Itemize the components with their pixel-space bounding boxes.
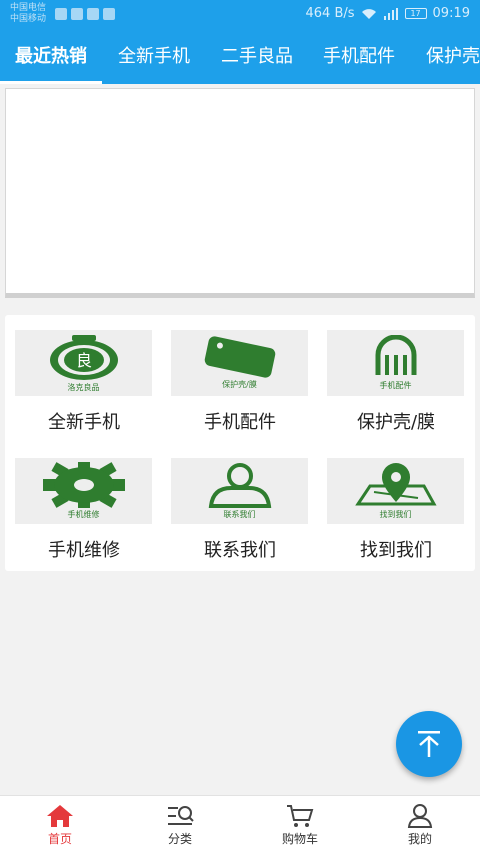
grid-item-repair[interactable]: 手机维修 手机维修: [15, 458, 153, 562]
notification-icons: [55, 8, 115, 20]
cart-icon: [287, 805, 314, 827]
nav-category[interactable]: 分类: [120, 796, 240, 853]
thumb-caption: 保护壳/膜: [222, 380, 257, 389]
notification-icon: [71, 8, 83, 20]
liang-badge-icon: 良: [49, 335, 118, 380]
grid-item-find-us[interactable]: 找到我们 找到我们: [327, 458, 465, 562]
grid-item-accessories[interactable]: 保护壳/膜 手机配件: [171, 330, 309, 434]
user-icon: [407, 804, 433, 828]
nav-label: 首页: [47, 832, 72, 846]
nav-home[interactable]: 首页: [0, 796, 120, 853]
accessory-icon: [375, 335, 416, 375]
category-search-icon: [168, 806, 194, 825]
grid-thumb: 联系我们: [171, 458, 308, 524]
grid-label: 手机维修: [48, 540, 120, 561]
grid-item-new-phones[interactable]: 良 洛克良品 全新手机: [15, 330, 153, 434]
category-grid: 良 洛克良品 全新手机 保护壳/膜 手机配件 手机配件 保护壳/膜 手机维修 手…: [5, 315, 475, 571]
thumb-caption: 找到我们: [379, 510, 412, 519]
grid-item-cases[interactable]: 手机配件 保护壳/膜: [327, 330, 465, 434]
back-to-top-button[interactable]: [396, 711, 462, 777]
grid-thumb: 手机配件: [327, 330, 464, 396]
carrier-1: 中国电信: [10, 3, 47, 13]
notification-icon: [55, 8, 67, 20]
thumb-caption: 洛克良品: [67, 383, 100, 392]
category-tabs: 最近热销 全新手机 二手良品 手机配件 保护壳: [0, 30, 480, 84]
grid-item-contact[interactable]: 联系我们 联系我们: [171, 458, 309, 562]
grid-thumb: 找到我们: [327, 458, 464, 524]
thumb-caption: 联系我们: [223, 510, 256, 519]
grid-thumb: 良 洛克良品: [15, 330, 152, 396]
home-icon: [47, 805, 73, 827]
nav-label: 分类: [167, 832, 192, 846]
grid-label: 找到我们: [360, 540, 432, 561]
grid-label: 保护壳/膜: [356, 412, 436, 433]
banner[interactable]: [5, 88, 475, 298]
arrow-up-to-top-icon: [418, 731, 440, 757]
grid-label: 手机配件: [204, 412, 276, 433]
gear-icon: [42, 462, 125, 508]
status-bar: 中国电信 中国移动 464 B/s 17 09:19: [0, 0, 480, 30]
notification-icon: [103, 8, 115, 20]
thumb-caption: 手机维修: [67, 510, 100, 519]
map-pin-icon: [354, 463, 437, 506]
tab-indicator: [0, 81, 102, 84]
notification-icon: [87, 8, 99, 20]
grid-thumb: 手机维修: [15, 458, 152, 524]
battery-icon: 17: [404, 8, 427, 19]
person-icon: [208, 463, 271, 508]
clock: 09:19: [432, 6, 470, 21]
phone-case-icon: [204, 336, 275, 378]
carrier-info: 中国电信 中国移动: [10, 3, 46, 25]
grid-label: 全新手机: [48, 412, 120, 433]
tab-used-phones[interactable]: 二手良品: [221, 30, 293, 84]
signal-icon: [383, 7, 398, 20]
status-right: 464 B/s 17 09:19: [306, 6, 471, 21]
nav-label: 我的: [407, 832, 432, 846]
grid-label: 联系我们: [204, 540, 276, 561]
nav-me[interactable]: 我的: [360, 796, 480, 853]
carrier-2: 中国移动: [10, 14, 47, 24]
grid-thumb: 保护壳/膜: [171, 330, 308, 396]
wifi-icon: [361, 8, 376, 19]
bottom-nav: 首页 分类 购物车 我的: [0, 795, 480, 853]
network-speed: 464 B/s: [305, 6, 355, 21]
tab-hot-sales[interactable]: 最近热销: [15, 30, 87, 84]
svg-text:良: 良: [75, 351, 91, 370]
tab-cases[interactable]: 保护壳: [426, 30, 480, 84]
tab-new-phones[interactable]: 全新手机: [118, 30, 190, 84]
nav-label: 购物车: [281, 832, 318, 846]
nav-cart[interactable]: 购物车: [240, 796, 360, 853]
tab-accessories[interactable]: 手机配件: [323, 30, 395, 84]
thumb-caption: 手机配件: [379, 381, 412, 390]
